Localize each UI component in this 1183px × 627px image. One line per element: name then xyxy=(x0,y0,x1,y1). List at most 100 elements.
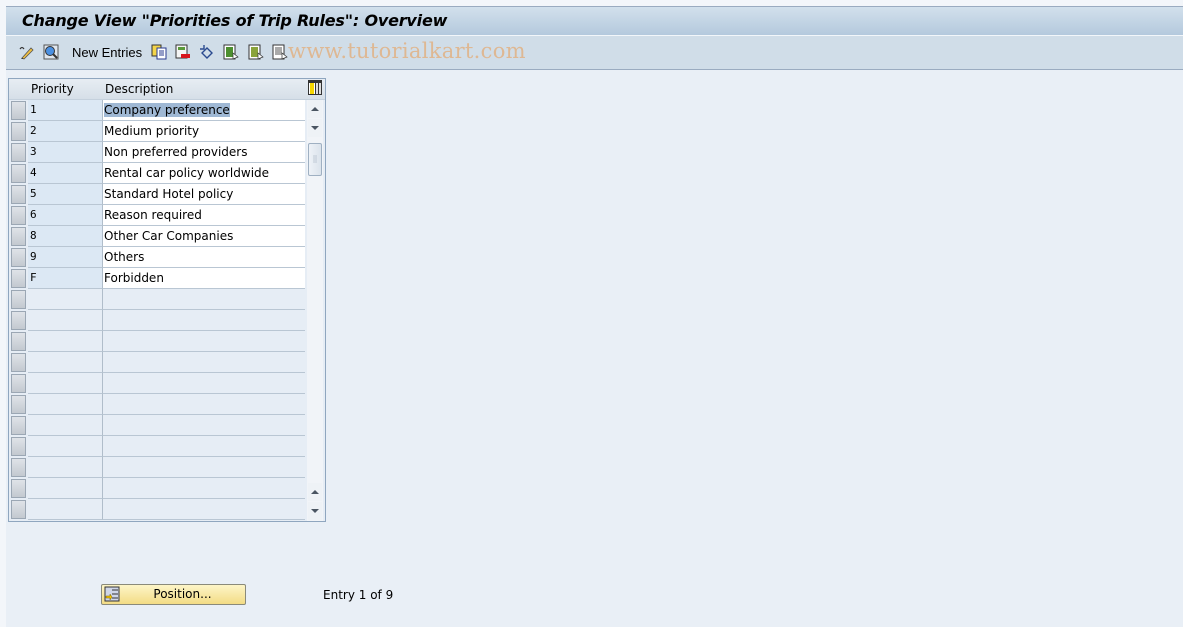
description-cell[interactable] xyxy=(103,457,305,478)
priority-cell[interactable]: 2 xyxy=(28,121,103,142)
scroll-page-down-button[interactable] xyxy=(308,119,322,137)
table-row: 4 Rental car policy worldwide xyxy=(9,163,305,184)
priority-cell[interactable] xyxy=(28,352,103,373)
row-selector[interactable] xyxy=(11,374,26,393)
description-cell[interactable]: Rental car policy worldwide xyxy=(103,163,305,184)
description-cell[interactable] xyxy=(103,394,305,415)
select-all-button[interactable] xyxy=(223,44,239,60)
copy-as-button[interactable] xyxy=(151,44,167,60)
row-selector[interactable] xyxy=(11,500,26,519)
priority-cell[interactable] xyxy=(28,394,103,415)
table-row xyxy=(9,436,305,457)
deselect-all-button[interactable] xyxy=(272,44,288,60)
grip-icon xyxy=(313,155,317,163)
description-cell[interactable]: Medium priority xyxy=(103,121,305,142)
description-text: Other Car Companies xyxy=(104,229,234,243)
scroll-down-button[interactable] xyxy=(308,502,322,520)
undo-change-button[interactable] xyxy=(199,44,215,60)
row-selector[interactable] xyxy=(11,332,26,351)
priority-cell[interactable]: 3 xyxy=(28,142,103,163)
row-selector[interactable] xyxy=(11,101,26,120)
priority-cell[interactable] xyxy=(28,436,103,457)
scrollbar-thumb[interactable] xyxy=(308,143,322,176)
description-cell[interactable] xyxy=(103,436,305,457)
description-text: Non preferred providers xyxy=(104,145,248,159)
arrow-up-icon xyxy=(311,107,319,111)
scroll-page-up-button[interactable] xyxy=(308,483,322,501)
new-entries-button[interactable]: New Entries xyxy=(72,44,142,60)
description-text: Medium priority xyxy=(104,124,200,138)
table-row: 1 Company preference xyxy=(9,100,305,121)
table-row xyxy=(9,331,305,352)
description-cell[interactable] xyxy=(103,478,305,499)
table-row: 5 Standard Hotel policy xyxy=(9,184,305,205)
scroll-up-button[interactable] xyxy=(308,100,322,118)
description-cell[interactable] xyxy=(103,352,305,373)
column-header-priority[interactable]: Priority xyxy=(31,82,74,96)
description-cell[interactable] xyxy=(103,373,305,394)
row-selector[interactable] xyxy=(11,311,26,330)
description-cell[interactable]: Others xyxy=(103,247,305,268)
deselect-all-icon xyxy=(272,44,288,60)
priority-cell[interactable]: 8 xyxy=(28,226,103,247)
priority-cell[interactable]: 5 xyxy=(28,184,103,205)
description-cell[interactable]: Other Car Companies xyxy=(103,226,305,247)
description-cell[interactable]: Company preference xyxy=(103,100,305,121)
description-cell[interactable] xyxy=(103,415,305,436)
row-selector[interactable] xyxy=(11,437,26,456)
priority-cell[interactable]: 1 xyxy=(28,100,103,121)
application-toolbar: New Entries www.tutorialkart.com xyxy=(6,36,1183,70)
description-cell[interactable]: Standard Hotel policy xyxy=(103,184,305,205)
details-button[interactable] xyxy=(43,44,59,60)
display-change-button[interactable] xyxy=(18,44,34,60)
vertical-scrollbar[interactable] xyxy=(307,100,323,521)
description-cell[interactable] xyxy=(103,310,305,331)
position-button[interactable]: Position... xyxy=(101,584,246,605)
row-selector[interactable] xyxy=(11,353,26,372)
priority-cell[interactable] xyxy=(28,310,103,331)
description-text: Standard Hotel policy xyxy=(104,187,234,201)
table-row: 3 Non preferred providers xyxy=(9,142,305,163)
row-selector[interactable] xyxy=(11,185,26,204)
priority-cell[interactable] xyxy=(28,457,103,478)
table-row: 8 Other Car Companies xyxy=(9,226,305,247)
row-selector[interactable] xyxy=(11,416,26,435)
description-cell[interactable]: Non preferred providers xyxy=(103,142,305,163)
column-header-description[interactable]: Description xyxy=(105,82,173,96)
row-selector[interactable] xyxy=(11,143,26,162)
priority-cell[interactable]: 4 xyxy=(28,163,103,184)
row-selector[interactable] xyxy=(11,227,26,246)
row-selector[interactable] xyxy=(11,206,26,225)
undo-icon xyxy=(200,45,213,59)
priority-cell[interactable] xyxy=(28,289,103,310)
description-cell[interactable] xyxy=(103,289,305,310)
priority-cell[interactable] xyxy=(28,499,103,520)
description-cell[interactable]: Forbidden xyxy=(103,268,305,289)
description-cell[interactable]: Reason required xyxy=(103,205,305,226)
description-cell[interactable] xyxy=(103,331,305,352)
priority-cell[interactable]: F xyxy=(28,268,103,289)
description-cell[interactable] xyxy=(103,499,305,520)
priority-cell[interactable]: 9 xyxy=(28,247,103,268)
row-selector[interactable] xyxy=(11,479,26,498)
sap-window: Change View "Priorities of Trip Rules": … xyxy=(6,6,1183,627)
priorities-table: Priority Description 1 Company preference… xyxy=(8,78,326,522)
select-block-button[interactable] xyxy=(248,44,264,60)
row-selector[interactable] xyxy=(11,269,26,288)
priority-cell[interactable] xyxy=(28,478,103,499)
priority-cell[interactable] xyxy=(28,373,103,394)
row-selector[interactable] xyxy=(11,164,26,183)
priority-cell[interactable] xyxy=(28,415,103,436)
row-selector[interactable] xyxy=(11,395,26,414)
delete-button[interactable] xyxy=(175,44,191,60)
arrow-down-icon xyxy=(311,126,319,130)
watermark-text: www.tutorialkart.com xyxy=(288,39,526,63)
row-selector[interactable] xyxy=(11,122,26,141)
table-settings-button[interactable] xyxy=(308,80,322,95)
row-selector[interactable] xyxy=(11,248,26,267)
row-selector[interactable] xyxy=(11,290,26,309)
priority-cell[interactable] xyxy=(28,331,103,352)
priority-cell[interactable]: 6 xyxy=(28,205,103,226)
description-text: Others xyxy=(104,250,145,264)
row-selector[interactable] xyxy=(11,458,26,477)
